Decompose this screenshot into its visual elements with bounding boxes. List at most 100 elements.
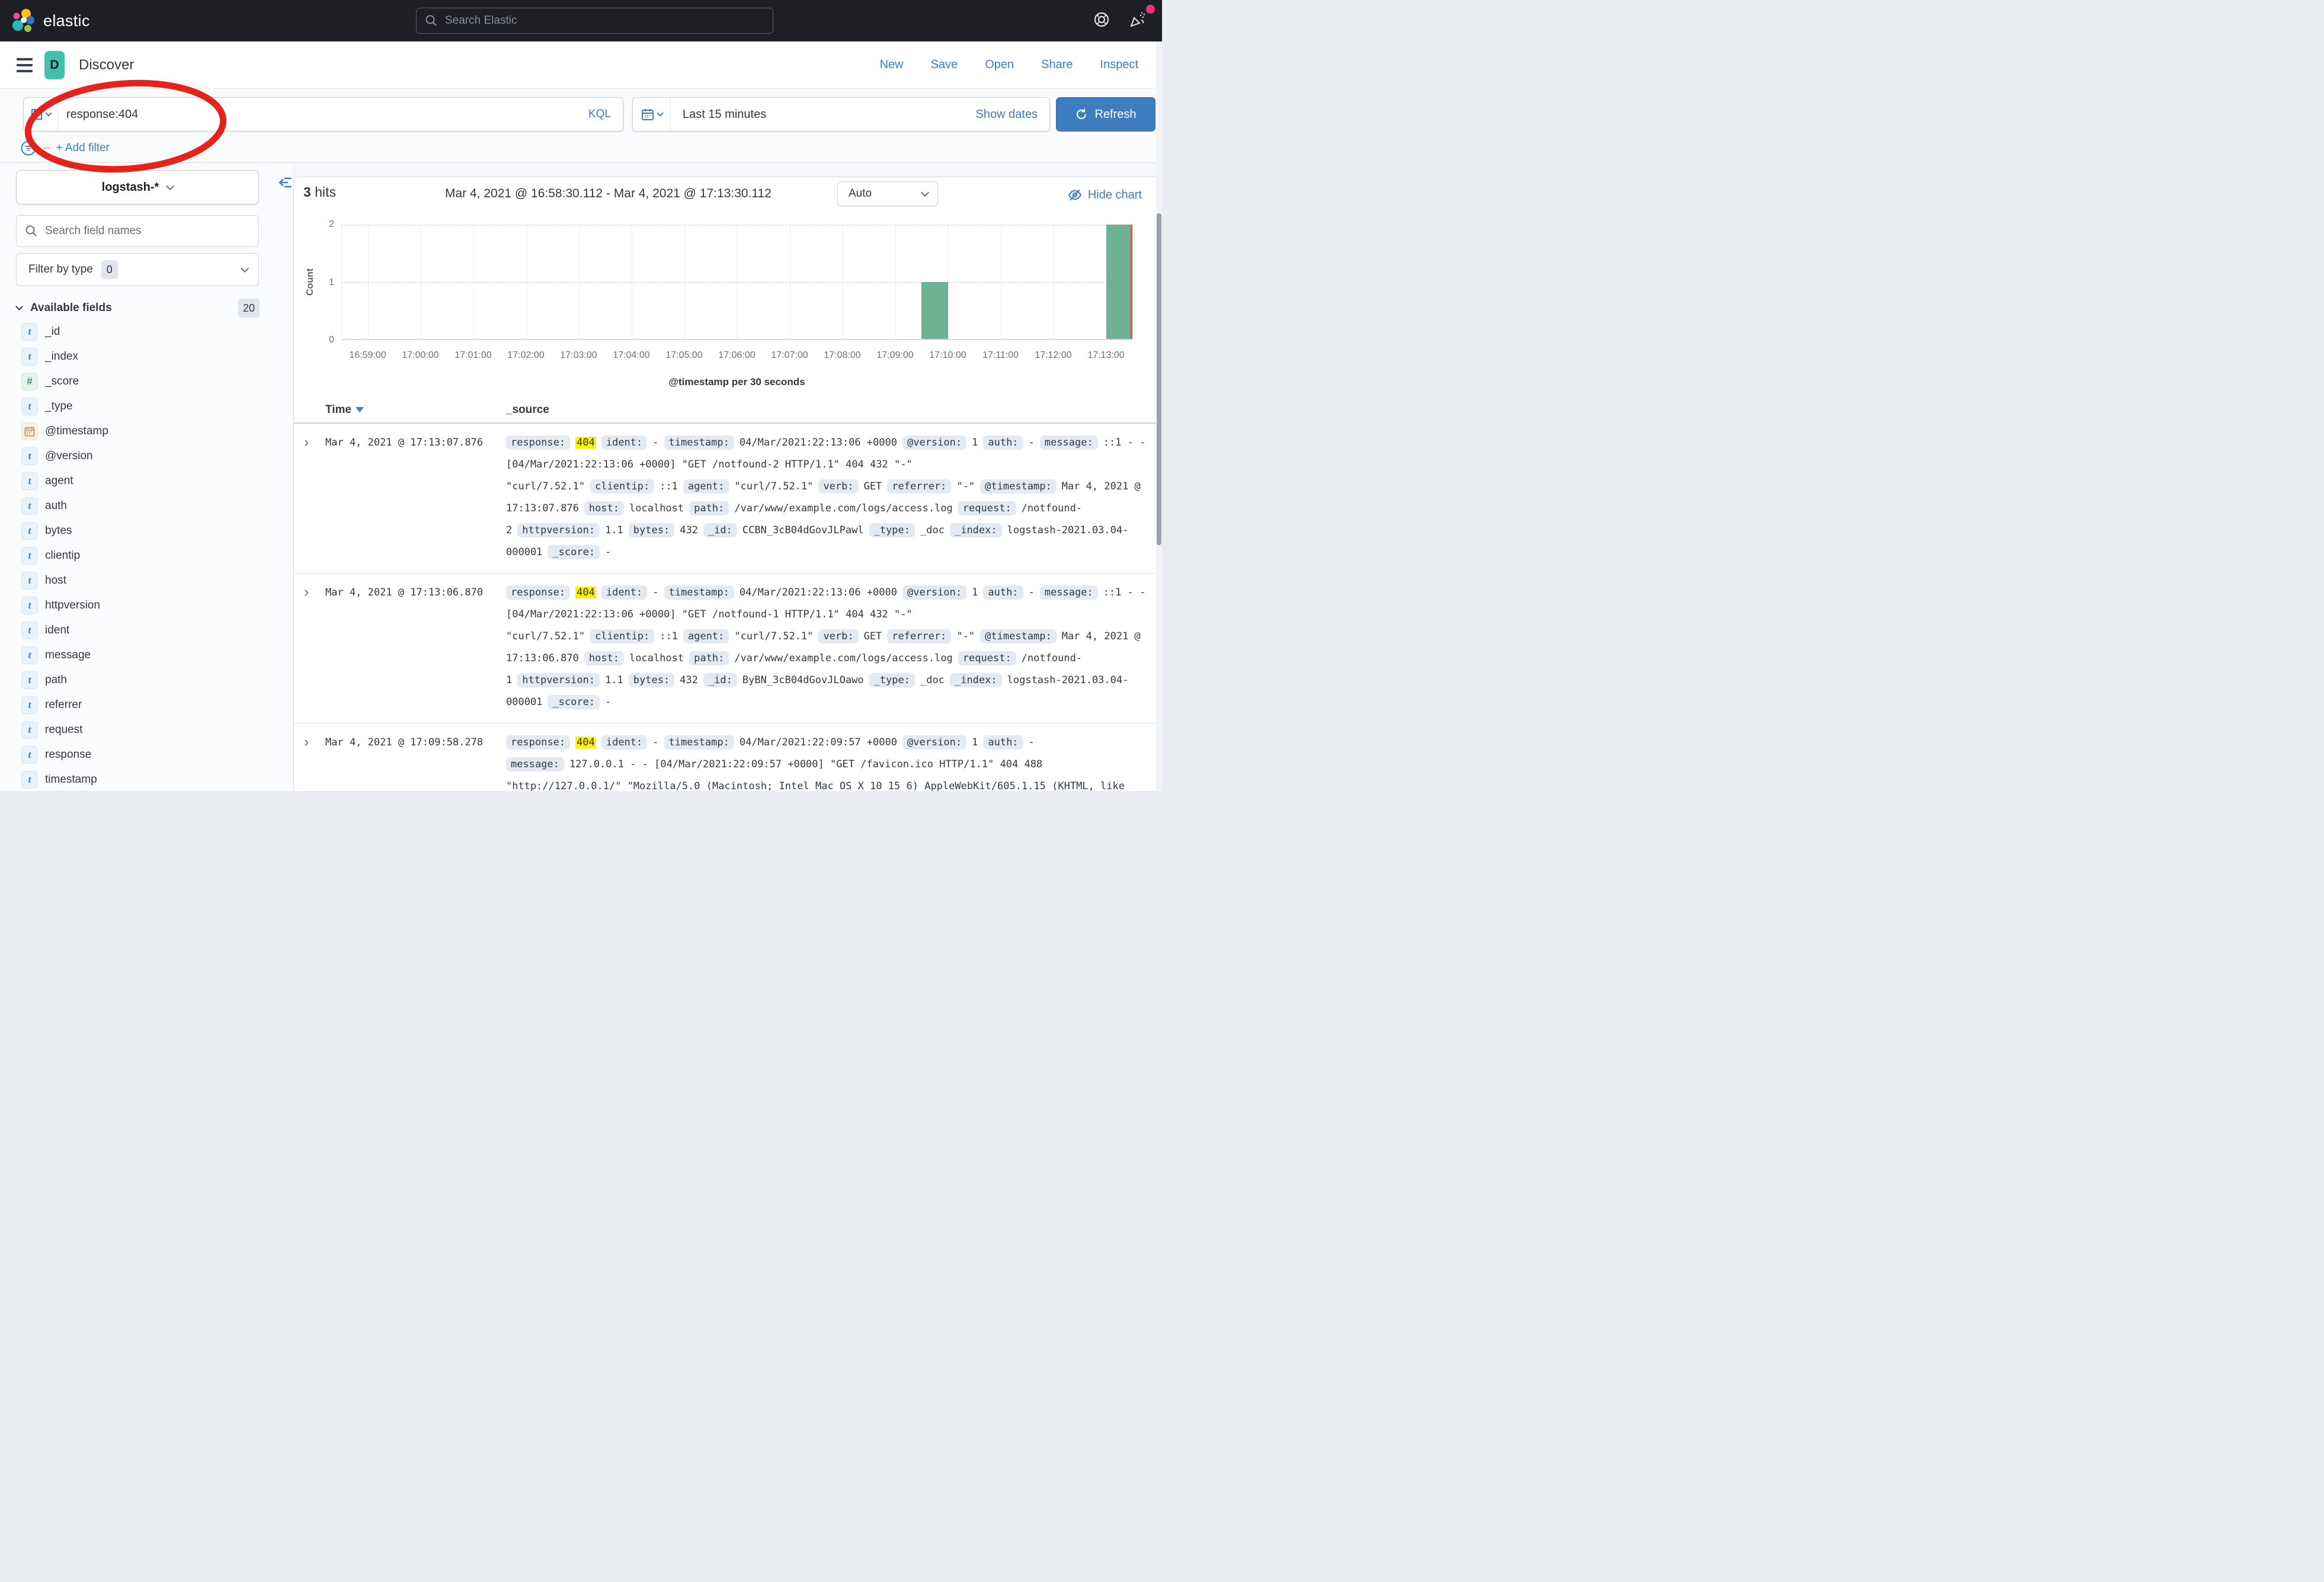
refresh-button[interactable]: Refresh [1056,97,1155,132]
field-item-path[interactable]: tpath [0,668,293,693]
hide-chart-label: Hide chart [1088,188,1142,202]
time-column-label: Time [325,403,351,416]
field-value: - [1029,437,1035,449]
field-value: 1 [972,736,978,748]
field-item-httpversion[interactable]: thttpversion [0,593,293,618]
field-item-_id[interactable]: t_id [0,319,293,344]
field-item-ident[interactable]: tident [0,618,293,643]
saved-query-menu-button[interactable] [24,98,58,131]
nav-actions: New Save Open Share Inspect [880,58,1138,72]
expand-row-icon[interactable]: › [304,432,318,563]
field-item-clientip[interactable]: tclientip [0,543,293,568]
field-value: _doc [920,524,945,536]
field-item-message[interactable]: tmessage [0,643,293,668]
available-fields-header[interactable]: Available fields 20 [17,299,260,318]
scrollbar-thumb[interactable] [1157,213,1161,545]
elastic-logo[interactable]: elastic [11,0,90,41]
field-name: referrer [45,699,82,712]
x-tick-label: 17:00:00 [402,350,438,361]
action-share[interactable]: Share [1041,58,1073,72]
time-range-value[interactable]: Last 15 minutes [683,108,766,121]
histogram-bar[interactable] [1106,225,1132,339]
filter-separator: – [43,142,50,155]
histogram-bar[interactable] [921,282,947,340]
field-pill: _type: [869,523,915,537]
field-pill: response: [506,435,570,450]
field-name: _index [45,350,78,363]
interval-select[interactable]: Auto [837,181,938,206]
expand-row-icon[interactable]: › [304,732,318,791]
help-icon[interactable] [1093,11,1110,31]
date-picker[interactable]: Last 15 minutes Show dates [632,97,1050,132]
hits-number: 3 [303,184,311,200]
field-item-host[interactable]: thost [0,568,293,593]
action-inspect[interactable]: Inspect [1100,58,1138,72]
field-value: 04/Mar/2021:22:09:57 +0000 [740,736,897,748]
menu-icon[interactable] [17,58,33,72]
field-value: "-" [956,481,975,492]
show-dates-button[interactable]: Show dates [975,108,1038,121]
eye-slash-icon [1068,188,1082,202]
field-pill: timestamp: [664,735,734,750]
text-type-icon: t [21,597,38,614]
y-gridline [342,225,1132,226]
field-item-@timestamp[interactable]: @timestamp [0,419,293,444]
histogram-chart[interactable] [341,225,1132,340]
date-quick-select-button[interactable] [633,98,671,131]
field-name: ident [45,624,69,637]
collapse-sidebar-icon[interactable] [279,176,293,192]
field-value: "curl/7.52.1" [734,630,813,642]
field-item-_type[interactable]: t_type [0,394,293,419]
fields-sidebar: logstash-* Search field names Filter by … [0,163,293,791]
action-save[interactable]: Save [931,58,958,72]
filter-icon[interactable] [20,140,37,156]
filter-by-type-select[interactable]: Filter by type 0 [16,253,259,286]
field-item-referrer[interactable]: treferrer [0,693,293,718]
text-type-icon: t [21,622,38,639]
field-item-timestamp[interactable]: ttimestamp [0,767,293,791]
app-nav-bar: D Discover NewSaveOpenShareInspect [0,41,1162,89]
column-header-time[interactable]: Time [325,403,364,417]
field-name: agent [45,475,73,488]
field-item-response[interactable]: tresponse [0,742,293,767]
field-item-request[interactable]: t request [0,718,293,742]
x-tick-label: 17:11:00 [982,350,1019,361]
calendar-icon [641,107,655,121]
field-pill: clientip: [590,629,654,643]
field-item-_score[interactable]: #_score [0,369,293,394]
query-language-button[interactable]: KQL [588,108,611,121]
row-timestamp: Mar 4, 2021 @ 17:13:07.876 [325,432,503,563]
query-input[interactable]: response:404 KQL [23,97,623,132]
global-search-input[interactable]: Search Elastic [416,8,773,34]
news-feed-icon[interactable] [1129,11,1147,31]
field-search-input[interactable]: Search field names [16,215,259,247]
field-pill: @version: [902,585,966,600]
field-list: t_idt_index#_scoret_type@timestampt@vers… [0,319,293,791]
field-value: 1 [972,587,978,598]
add-filter-button[interactable]: + Add filter [56,142,110,155]
index-pattern-select[interactable]: logstash-* [16,170,259,204]
field-item-auth[interactable]: tauth [0,494,293,518]
field-value: 127.0.0.1 - - [04/Mar/2021:22:09:57 +000… [506,758,1125,791]
x-tick-label: 17:06:00 [718,350,755,361]
text-type-icon: t [21,721,38,739]
field-item-bytes[interactable]: tbytes [0,518,293,543]
chart-time-range-title: Mar 4, 2021 @ 16:58:30.112 - Mar 4, 2021… [445,187,772,201]
field-value: 1.1 [605,674,623,686]
field-name: message [45,649,91,662]
action-open[interactable]: Open [985,58,1014,72]
field-pill: timestamp: [664,585,734,600]
text-type-icon: t [21,398,38,415]
field-pill: timestamp: [664,435,734,450]
field-item-@version[interactable]: t@version [0,444,293,469]
field-item-_index[interactable]: t_index [0,344,293,369]
action-new[interactable]: New [880,58,904,72]
field-name: request [45,723,82,736]
refresh-label: Refresh [1094,108,1136,121]
table-rows: ›Mar 4, 2021 @ 17:13:07.876response:404i… [294,424,1156,791]
text-type-icon: t [21,746,38,764]
hide-chart-button[interactable]: Hide chart [1068,188,1142,202]
field-item-agent[interactable]: tagent [0,469,293,494]
expand-row-icon[interactable]: › [304,582,318,713]
field-pill: referrer: [887,479,951,494]
